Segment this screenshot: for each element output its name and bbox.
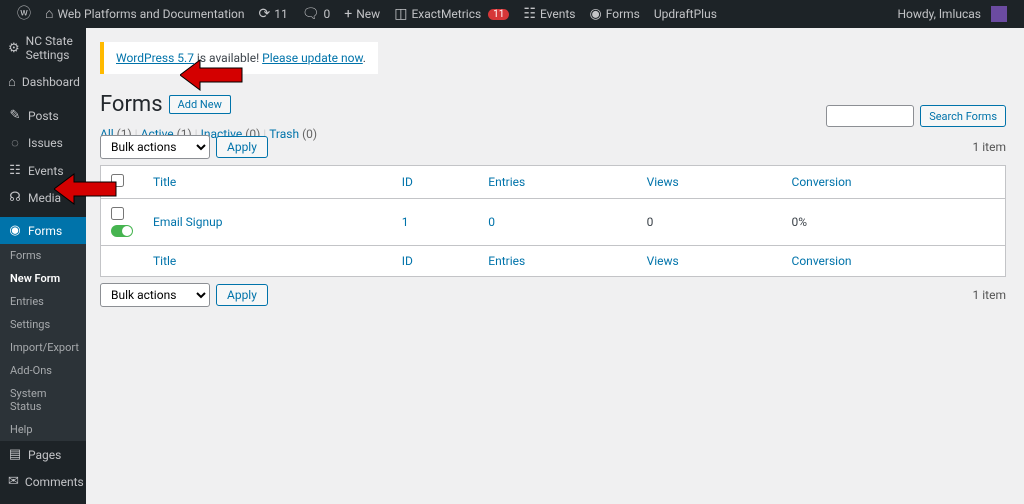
menu-label: Forms bbox=[28, 224, 62, 238]
add-new-button[interactable]: Add New bbox=[169, 95, 231, 114]
exactmetrics-link[interactable]: ◫ExactMetrics11 bbox=[387, 0, 516, 28]
form-id[interactable]: 1 bbox=[402, 215, 409, 229]
col-views[interactable]: Views bbox=[637, 166, 782, 199]
site-link[interactable]: ⌂Web Platforms and Documentation bbox=[38, 0, 252, 28]
items-count-bottom: 1 item bbox=[973, 288, 1006, 302]
col-conversion[interactable]: Conversion bbox=[782, 166, 1006, 199]
submenu-item-help[interactable]: Help bbox=[0, 418, 86, 441]
comments-link[interactable]: 🗨0 bbox=[295, 0, 338, 28]
updates-link[interactable]: ⟳11 bbox=[252, 0, 295, 28]
col-title[interactable]: Title bbox=[143, 166, 392, 199]
select-all-top[interactable] bbox=[111, 174, 124, 187]
submenu-item-import-export[interactable]: Import/Export bbox=[0, 336, 86, 359]
menu-icon: ◉ bbox=[8, 223, 22, 238]
sidebar-item-posts[interactable]: ✎ Posts bbox=[0, 102, 86, 129]
page-title: Forms Add New bbox=[100, 92, 231, 117]
sidebar-item-dashboard[interactable]: ⌂ Dashboard bbox=[0, 68, 86, 96]
search-input[interactable] bbox=[826, 105, 914, 127]
sidebar-item-forms[interactable]: ◉ Forms bbox=[0, 217, 86, 244]
tablenav-bottom: Bulk actions Apply 1 item bbox=[100, 283, 1006, 307]
submenu-item-new-form[interactable]: New Form bbox=[0, 267, 86, 290]
sidebar-item-issues[interactable]: ◌ Issues bbox=[0, 129, 86, 157]
events-link[interactable]: ☷Events bbox=[516, 0, 582, 28]
submenu-item-settings[interactable]: Settings bbox=[0, 313, 86, 336]
forms-link[interactable]: ◉Forms bbox=[583, 0, 647, 28]
col-id[interactable]: ID bbox=[392, 166, 479, 199]
items-count-top: 1 item bbox=[973, 140, 1006, 154]
menu-icon: ☷ bbox=[8, 163, 22, 178]
bulk-actions-select-bottom[interactable]: Bulk actions bbox=[100, 283, 210, 307]
menu-icon: ◌ bbox=[8, 135, 22, 151]
menu-label: NC State Settings bbox=[26, 34, 78, 62]
menu-label: Media bbox=[28, 191, 61, 205]
howdy-text: Howdy, lmlucas bbox=[897, 7, 981, 21]
menu-icon: ✉ bbox=[8, 474, 19, 489]
form-views: 0 bbox=[637, 199, 782, 246]
avatar bbox=[991, 6, 1007, 22]
menu-icon: ▤ bbox=[8, 447, 22, 462]
sidebar-item-comments[interactable]: ✉ Comments bbox=[0, 468, 86, 495]
submenu-item-forms[interactable]: Forms bbox=[0, 244, 86, 267]
sidebar-item-events[interactable]: ☷ Events bbox=[0, 157, 86, 184]
submenu-item-add-ons[interactable]: Add-Ons bbox=[0, 359, 86, 382]
menu-icon: ☊ bbox=[8, 190, 22, 205]
sidebar-item-pages[interactable]: ▤ Pages bbox=[0, 441, 86, 468]
forms-table: Title ID Entries Views Conversion Email … bbox=[100, 165, 1006, 277]
site-title: Web Platforms and Documentation bbox=[57, 7, 244, 21]
wp-version-link[interactable]: WordPress 5.7 bbox=[116, 51, 194, 65]
view-trash[interactable]: Trash bbox=[269, 127, 302, 141]
form-title-link[interactable]: Email Signup bbox=[153, 215, 222, 229]
new-content[interactable]: +New bbox=[337, 0, 387, 28]
tablenav-top: Bulk actions Apply 1 item bbox=[100, 135, 1006, 159]
forms-submenu: FormsNew FormEntriesSettingsImport/Expor… bbox=[0, 244, 86, 441]
apply-button-top[interactable]: Apply bbox=[216, 136, 268, 158]
updates-count: 11 bbox=[274, 7, 288, 21]
submenu-item-system-status[interactable]: System Status bbox=[0, 382, 86, 418]
admin-bar: ⓦ ⌂Web Platforms and Documentation ⟳11 🗨… bbox=[0, 0, 1024, 28]
menu-label: Pages bbox=[28, 448, 61, 462]
menu-label: Dashboard bbox=[22, 75, 80, 89]
admin-sidebar: ⚙ NC State Settings ⌂ Dashboard ✎ Posts ◌ Issue… bbox=[0, 28, 86, 504]
exactmetrics-badge: 11 bbox=[488, 9, 509, 20]
sidebar-item-people[interactable]: ☺People bbox=[0, 495, 86, 504]
submenu-item-entries[interactable]: Entries bbox=[0, 290, 86, 313]
new-label: New bbox=[356, 7, 380, 21]
my-account[interactable]: Howdy, lmlucas bbox=[890, 0, 1014, 28]
update-now-link[interactable]: Please update now bbox=[262, 51, 363, 65]
sidebar-item-nc-state-settings[interactable]: ⚙ NC State Settings bbox=[0, 28, 86, 68]
update-notice: WordPress 5.7 is available! Please updat… bbox=[100, 42, 378, 74]
menu-label: Posts bbox=[28, 109, 59, 123]
content: WordPress 5.7 is available! Please updat… bbox=[86, 28, 1024, 504]
apply-button-bottom[interactable]: Apply bbox=[216, 284, 268, 306]
comments-count: 0 bbox=[324, 7, 331, 21]
search-button[interactable]: Search Forms bbox=[920, 105, 1006, 127]
menu-icon: ⚙ bbox=[8, 41, 20, 56]
bulk-actions-select-top[interactable]: Bulk actions bbox=[100, 135, 210, 159]
menu-label: Issues bbox=[28, 136, 63, 150]
row-checkbox[interactable] bbox=[111, 207, 124, 220]
col-entries[interactable]: Entries bbox=[478, 166, 636, 199]
sidebar-item-media[interactable]: ☊ Media bbox=[0, 184, 86, 211]
form-entries[interactable]: 0 bbox=[488, 215, 495, 229]
active-toggle[interactable] bbox=[111, 225, 133, 237]
updraft-link[interactable]: UpdraftPlus bbox=[647, 0, 724, 28]
wp-logo[interactable]: ⓦ bbox=[10, 0, 38, 28]
form-conversion: 0% bbox=[782, 199, 1006, 246]
menu-icon: ✎ bbox=[8, 108, 22, 123]
menu-label: Comments bbox=[25, 475, 84, 489]
table-row: Email Signup1000% bbox=[101, 199, 1006, 246]
menu-icon: ⌂ bbox=[8, 74, 16, 90]
menu-label: Events bbox=[28, 164, 64, 178]
